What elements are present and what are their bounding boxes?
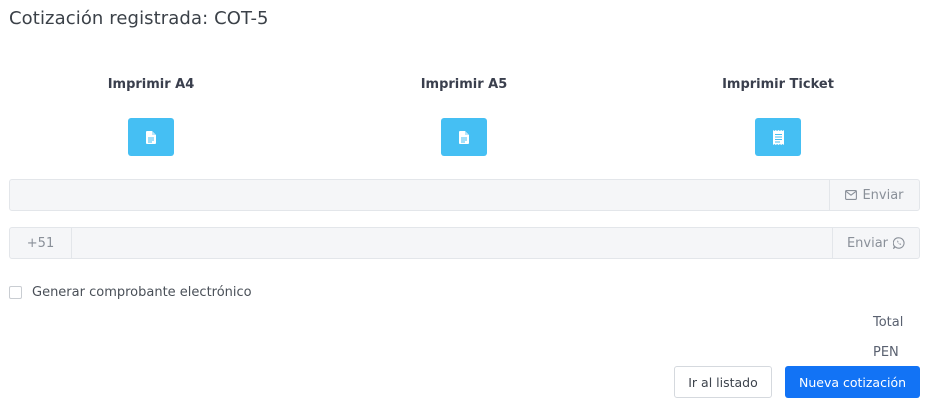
print-a4-section: Imprimir A4 <box>51 76 251 156</box>
email-input-group: Enviar <box>9 179 920 211</box>
send-whatsapp-label: Enviar <box>846 235 889 251</box>
whatsapp-input-group: +51 Enviar <box>9 227 920 259</box>
whatsapp-icon <box>893 237 905 249</box>
quote-confirmation-dialog: Cotización registrada: COT-5 Imprimir A4… <box>0 0 934 412</box>
file-text-icon <box>459 130 469 144</box>
generate-receipt-checkbox[interactable] <box>9 286 22 299</box>
generate-receipt-option: Generar comprobante electrónico <box>9 285 252 300</box>
send-email-label: Enviar <box>862 187 904 203</box>
print-a5-section: Imprimir A5 <box>364 76 564 156</box>
total-label: Total <box>873 315 904 330</box>
print-a4-label: Imprimir A4 <box>107 77 195 92</box>
file-text-icon <box>146 130 156 144</box>
print-a5-label: Imprimir A5 <box>420 77 508 92</box>
go-to-list-button[interactable]: Ir al listado <box>674 366 772 398</box>
print-a4-button[interactable] <box>128 118 174 156</box>
page-title: Cotización registrada: COT-5 <box>9 8 269 29</box>
receipt-icon <box>772 129 784 145</box>
phone-input[interactable] <box>72 228 832 258</box>
print-ticket-section: Imprimir Ticket <box>678 76 878 156</box>
email-input[interactable] <box>10 180 830 210</box>
send-email-button[interactable]: Enviar <box>829 180 919 210</box>
new-quote-button[interactable]: Nueva cotización <box>785 366 920 398</box>
country-code-addon: +51 <box>10 228 72 258</box>
send-whatsapp-button[interactable]: Enviar <box>832 228 919 258</box>
print-a5-button[interactable] <box>441 118 487 156</box>
print-ticket-button[interactable] <box>755 118 801 156</box>
currency-label: PEN <box>873 345 899 360</box>
envelope-icon <box>845 190 858 200</box>
generate-receipt-label[interactable]: Generar comprobante electrónico <box>32 285 252 300</box>
print-ticket-label: Imprimir Ticket <box>722 77 834 92</box>
